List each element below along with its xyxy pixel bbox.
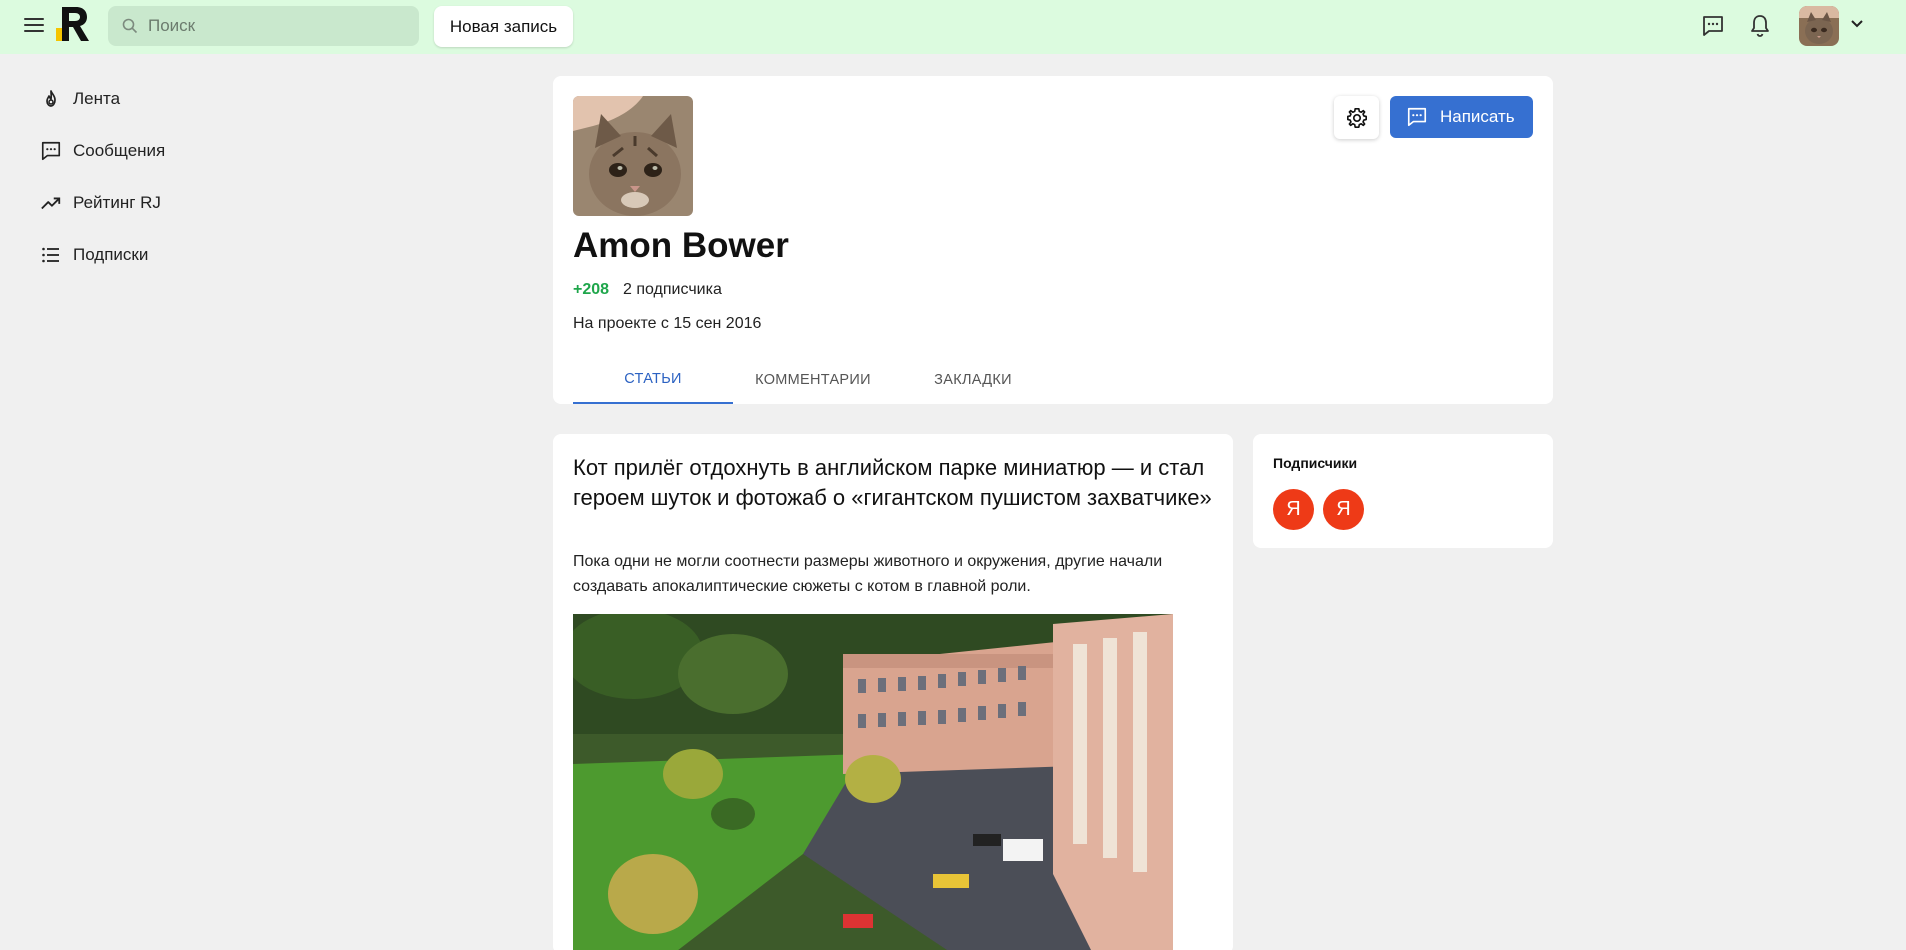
sidebar-item-label: Рейтинг RJ xyxy=(73,193,161,212)
profile-tabs: СТАТЬИ КОММЕНТАРИИ ЗАКЛАДКИ xyxy=(573,356,1173,404)
message-icon xyxy=(1406,106,1428,128)
sidebar-item-messages[interactable]: Сообщения xyxy=(40,134,165,168)
tab-articles[interactable]: СТАТЬИ xyxy=(573,356,733,404)
user-avatar[interactable] xyxy=(1799,6,1839,46)
tab-comments[interactable]: КОММЕНТАРИИ xyxy=(733,356,893,404)
sidebar-item-label: Сообщения xyxy=(73,141,166,160)
tab-bookmarks[interactable]: ЗАКЛАДКИ xyxy=(893,356,1053,404)
write-message-button[interactable]: Написать xyxy=(1390,96,1533,138)
article-card: Кот прилёг отдохнуть в английском парке … xyxy=(553,434,1233,950)
subscriber-avatar[interactable]: Я xyxy=(1273,489,1314,530)
article-title[interactable]: Кот прилёг отдохнуть в английском парке … xyxy=(573,453,1213,512)
notification-bell-icon[interactable] xyxy=(1749,14,1771,38)
search-input[interactable] xyxy=(148,6,408,46)
search-icon xyxy=(122,18,138,34)
menu-icon[interactable] xyxy=(24,17,44,33)
sidebar-item-rating[interactable]: Рейтинг RJ xyxy=(40,186,161,220)
top-header: Новая запись xyxy=(0,0,1906,54)
message-icon xyxy=(40,140,62,162)
sidebar-item-feed[interactable]: Лента xyxy=(40,82,120,116)
chevron-down-icon[interactable] xyxy=(1850,19,1864,29)
profile-name: Amon Bower xyxy=(573,226,789,265)
profile-avatar[interactable] xyxy=(573,96,693,216)
article-lead: Пока одни не могли соотнести размеры жив… xyxy=(573,553,1163,595)
sidebar-item-label: Лента xyxy=(73,89,121,108)
fire-icon xyxy=(40,88,62,110)
subscribers-count[interactable]: 2 подписчика xyxy=(623,281,722,299)
subscribers-widget: Подписчики Я Я xyxy=(1253,434,1553,548)
write-button-label: Написать xyxy=(1440,107,1515,126)
gear-icon xyxy=(1346,107,1367,128)
list-icon xyxy=(40,244,62,266)
trending-up-icon xyxy=(40,192,62,214)
subscriber-avatar[interactable]: Я xyxy=(1323,489,1364,530)
sidebar-item-label: Подписки xyxy=(73,245,149,264)
messages-icon[interactable] xyxy=(1701,14,1725,38)
member-since: На проекте с 15 сен 2016 xyxy=(573,315,762,332)
article-image[interactable] xyxy=(573,614,1173,950)
sidebar-item-subscriptions[interactable]: Подписки xyxy=(40,238,148,272)
profile-card: Amon Bower +208 2 подписчика На проекте … xyxy=(553,76,1553,404)
rating-value[interactable]: +208 xyxy=(573,281,609,299)
subscribers-title: Подписчики xyxy=(1273,455,1358,471)
search-box xyxy=(108,6,419,46)
new-post-button[interactable]: Новая запись xyxy=(434,6,573,47)
settings-button[interactable] xyxy=(1334,96,1379,139)
logo[interactable] xyxy=(56,6,90,42)
